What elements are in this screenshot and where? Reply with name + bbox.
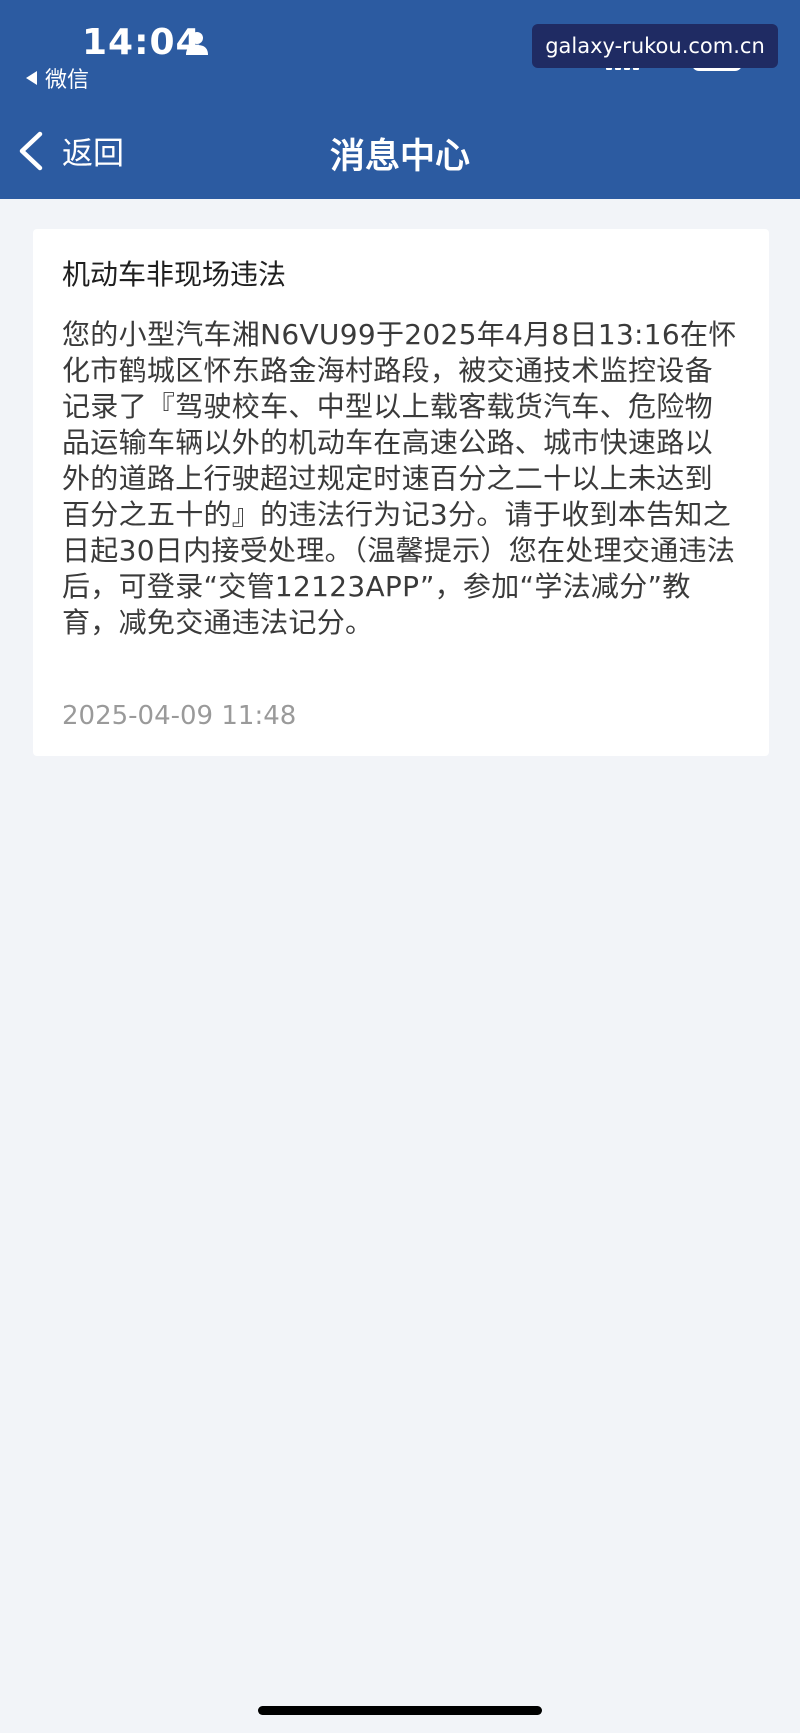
back-button-label: 返回 <box>62 136 124 172</box>
message-timestamp: 2025-04-09 11:48 <box>62 701 297 731</box>
home-indicator[interactable] <box>258 1706 542 1715</box>
page-title: 消息中心 <box>329 137 470 177</box>
app-header: 14:04 微信 5G 73 galaxy-rukou.com.cn 返回 消息… <box>0 0 800 199</box>
person-icon <box>186 32 208 55</box>
back-button[interactable]: 返回 <box>16 128 124 173</box>
message-card[interactable]: 机动车非现场违法 您的小型汽车湘N6VU99于2025年4月8日13:16在怀化… <box>33 229 769 756</box>
back-triangle-icon <box>26 71 37 85</box>
message-title: 机动车非现场违法 <box>62 258 287 291</box>
chevron-left-icon <box>19 131 43 170</box>
message-body: 您的小型汽车湘N6VU99于2025年4月8日13:16在怀化市鹤城区怀东路金海… <box>62 318 737 639</box>
back-app-label: 微信 <box>45 68 90 93</box>
watermark-banner: galaxy-rukou.com.cn <box>532 24 778 68</box>
back-to-wechat-button[interactable]: 微信 <box>26 62 89 94</box>
